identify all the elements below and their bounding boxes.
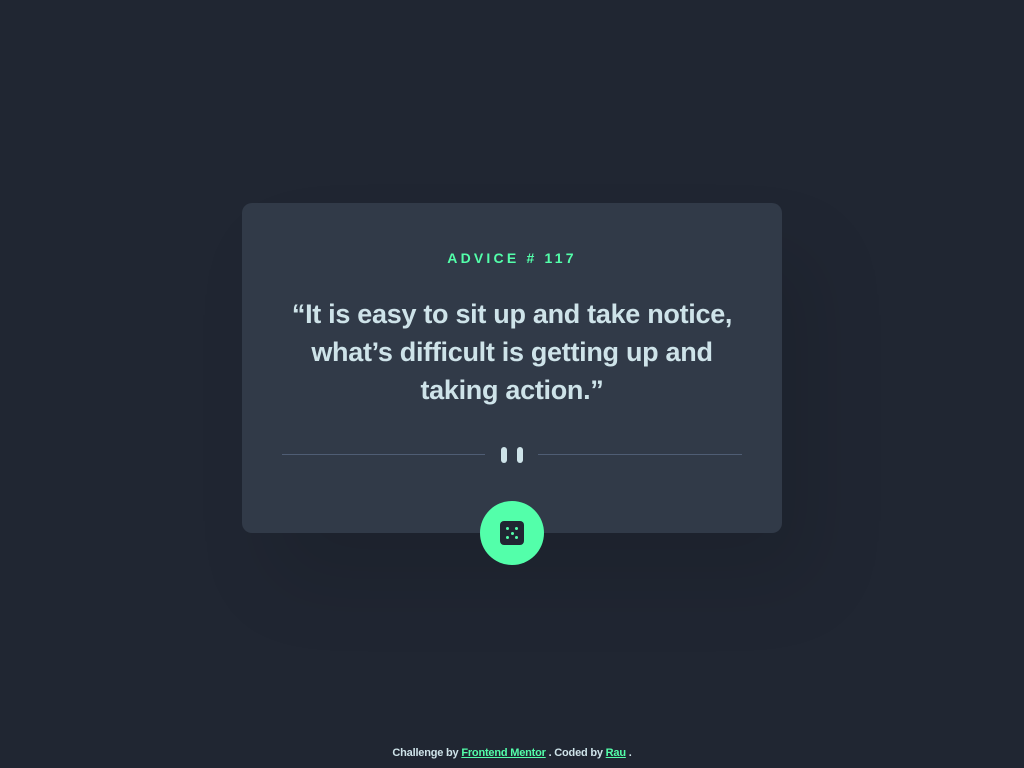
new-advice-button[interactable] [480,501,544,565]
author-link[interactable]: Rau [606,747,626,759]
pause-icon [501,447,523,463]
dice-pip [510,531,514,535]
dice-pip [515,527,518,530]
advice-card: ADVICE # 117 “It is easy to sit up and t… [242,203,782,533]
dice-pip [515,536,518,539]
advice-quote: “It is easy to sit up and take notice, w… [291,299,733,405]
frontend-mentor-link[interactable]: Frontend Mentor [461,747,546,759]
attribution-challenge-prefix: Challenge by [392,747,459,759]
advice-id: ADVICE # 117 [447,250,577,266]
divider [282,446,742,464]
attribution: Challenge by Frontend Mentor . Coded by … [0,747,1024,759]
dice-icon [500,521,524,545]
attribution-suffix: . [628,747,632,759]
dice-pip [506,536,509,539]
dice-pip [506,527,509,530]
pause-bar [501,447,507,463]
pause-bar [517,447,523,463]
divider-line-left [282,454,485,455]
attribution-coded-prefix: . Coded by [548,747,603,759]
divider-line-right [538,454,742,455]
